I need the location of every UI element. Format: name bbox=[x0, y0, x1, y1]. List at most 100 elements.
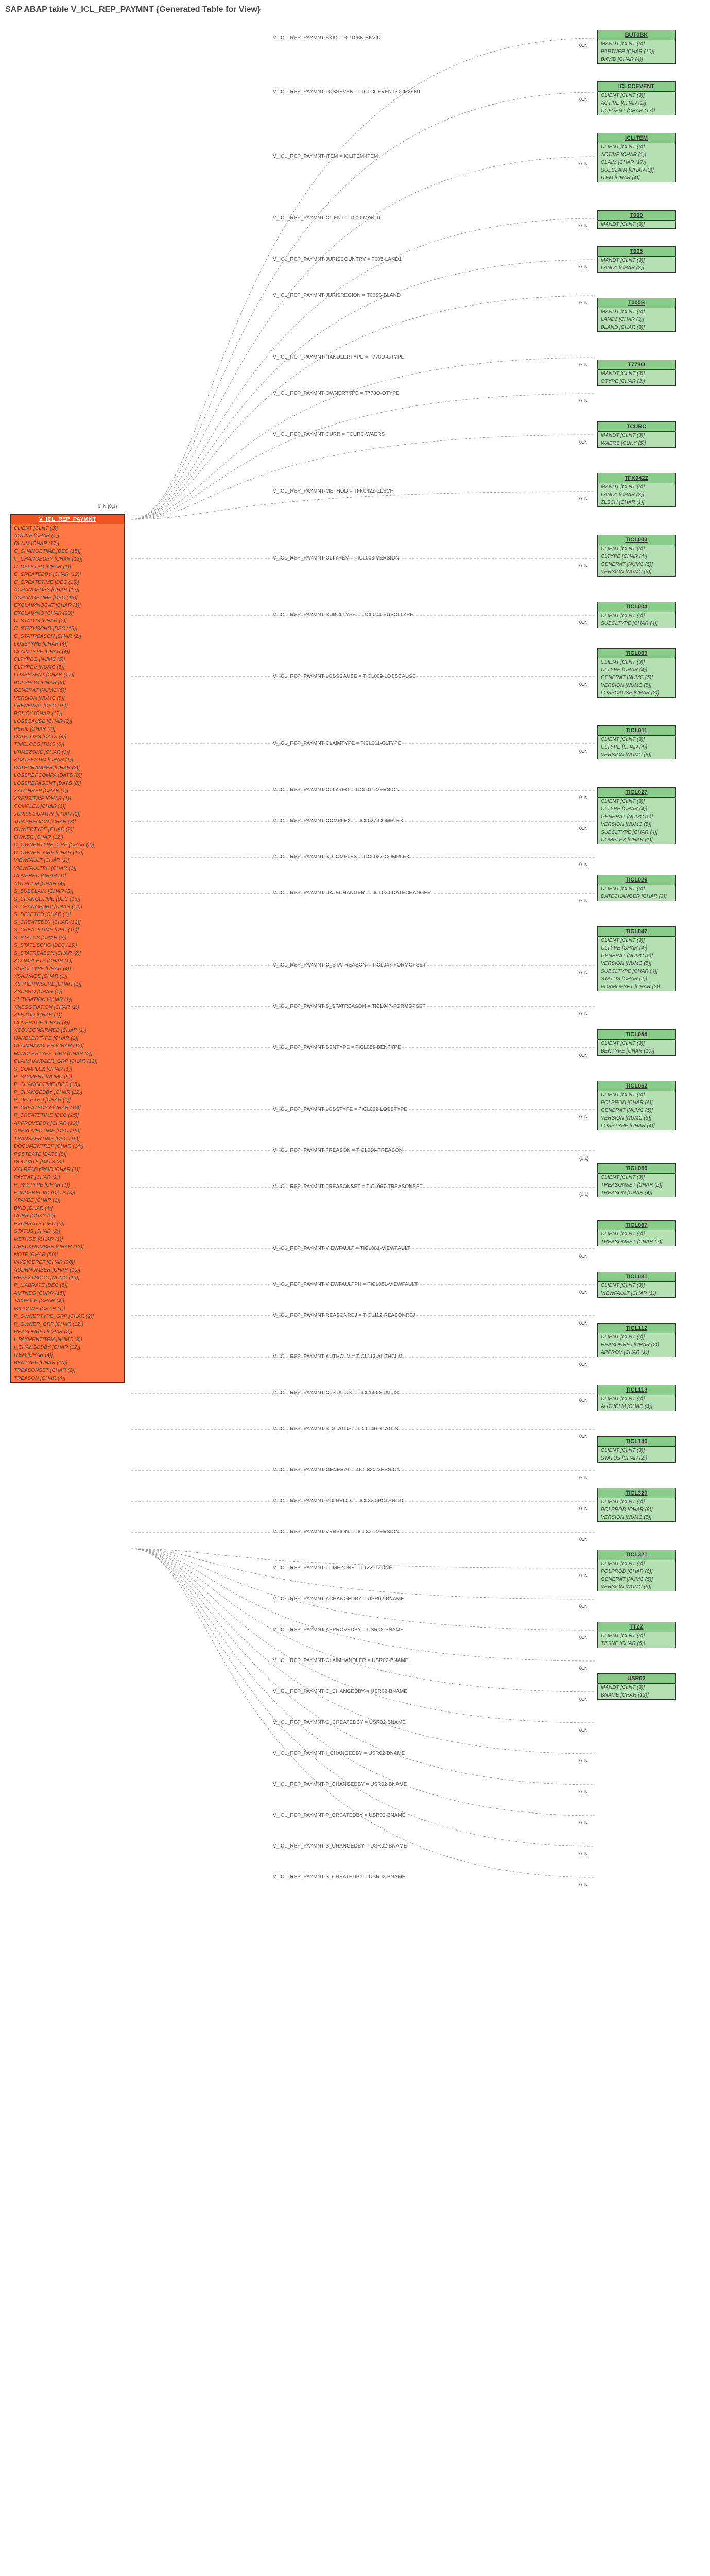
related-entity-ticl009: TICL009CLIENT [CLNT (3)]CLTYPE [CHAR (4)… bbox=[597, 648, 676, 698]
entity-header: TICL113 bbox=[598, 1385, 675, 1395]
cardinality-right: 0..N bbox=[579, 1362, 588, 1367]
main-entity-field: DOCDATE [DATS (8)] bbox=[11, 1158, 124, 1166]
main-entity-field: XSUBRO [CHAR (1)] bbox=[11, 988, 124, 996]
main-entity-field: VIEWFAULT [CHAR (1)] bbox=[11, 857, 124, 865]
entity-field: BKVID [CHAR (4)] bbox=[598, 56, 675, 63]
entity-header: ICLCCEVENT bbox=[598, 82, 675, 92]
main-entity-box: V_ICL_REP_PAYMNT CLIENT [CLNT (3)]ACTIVE… bbox=[10, 514, 125, 1383]
related-entity-ticl062: TICL062CLIENT [CLNT (3)]POLPROD [CHAR (6… bbox=[597, 1081, 676, 1130]
main-entity-field: CLIENT [CLNT (3)] bbox=[11, 524, 124, 532]
entity-field: BENTYPE [CHAR (10)] bbox=[598, 1047, 675, 1055]
cardinality-right: 0..N bbox=[579, 862, 588, 867]
relationship-label: V_ICL_REP_PAYMNT-TREASON = TICL066-TREAS… bbox=[273, 1148, 403, 1154]
main-entity-field: C_STATUSCHG [DEC (15)] bbox=[11, 625, 124, 633]
relationship-label: V_ICL_REP_PAYMNT-I_CHANGEDBY = USR02-BNA… bbox=[273, 1751, 405, 1756]
relationship-label: V_ICL_REP_PAYMNT-DATECHANGER = TICL029-D… bbox=[273, 890, 431, 896]
main-entity-field: FUNDSRECVD [DATS (8)] bbox=[11, 1189, 124, 1197]
entity-header: TICL062 bbox=[598, 1081, 675, 1091]
entity-field: SUBCLTYPE [CHAR (4)] bbox=[598, 620, 675, 628]
entity-header: TICL320 bbox=[598, 1488, 675, 1498]
entity-field: CLIENT [CLNT (3)] bbox=[598, 658, 675, 666]
main-entity-field: XAUTHREP [CHAR (1)] bbox=[11, 787, 124, 795]
relationship-label: V_ICL_REP_PAYMNT-HANDLERTYPE = T778O-OTY… bbox=[273, 354, 404, 360]
main-entity-field: COVERED [CHAR (1)] bbox=[11, 872, 124, 880]
main-entity-field: LOSSREPAGENT [DATS (8)] bbox=[11, 779, 124, 787]
main-entity-field: NOTE [CHAR (50)] bbox=[11, 1251, 124, 1259]
main-entity-field: ACTIVE [CHAR (1)] bbox=[11, 532, 124, 540]
related-entity-t005: T005MANDT [CLNT (3)]LAND1 [CHAR (3)] bbox=[597, 246, 676, 273]
cardinality-right: 0..N bbox=[579, 1635, 588, 1640]
main-entity-field: LRENEWAL [DEC (15)] bbox=[11, 702, 124, 710]
relationship-label: V_ICL_REP_PAYMNT-REASONREJ = TICL112-REA… bbox=[273, 1313, 415, 1318]
cardinality-right: 0..N bbox=[579, 439, 588, 445]
entity-field: CLTYPE [CHAR (4)] bbox=[598, 553, 675, 561]
cardinality-right: 0..N bbox=[579, 1053, 588, 1058]
entity-field: CLIENT [CLNT (3)] bbox=[598, 1040, 675, 1047]
related-entity-ticl011: TICL011CLIENT [CLNT (3)]CLTYPE [CHAR (4)… bbox=[597, 725, 676, 759]
cardinality-right: 0..N bbox=[579, 749, 588, 754]
main-entity-field: P_CHANGETIME [DEC (15)] bbox=[11, 1081, 124, 1089]
main-entity-field: C_OWNERTYPE_GRP [CHAR (2)] bbox=[11, 841, 124, 849]
main-entity-field: ADDRNUMBER [CHAR (10)] bbox=[11, 1266, 124, 1274]
main-entity-field: DATELOSS [DATS (8)] bbox=[11, 733, 124, 741]
main-entity-field: C_CHANGETIME [DEC (15)] bbox=[11, 548, 124, 555]
cardinality-right: 0..N bbox=[579, 682, 588, 687]
main-entity-field: CLTYPEV [NUMC (5)] bbox=[11, 664, 124, 671]
entity-field: VERSION [NUMC (5)] bbox=[598, 1114, 675, 1122]
main-entity-field: TRANSFERTIME [DEC (15)] bbox=[11, 1135, 124, 1143]
entity-field: OTYPE [CHAR (2)] bbox=[598, 378, 675, 385]
related-entity-ticl066: TICL066CLIENT [CLNT (3)]TREASONSET [CHAR… bbox=[597, 1163, 676, 1197]
main-entity-field: XCOMPLETE [CHAR (1)] bbox=[11, 957, 124, 965]
related-entity-ttzz: TTZZCLIENT [CLNT (3)]TZONE [CHAR (6)] bbox=[597, 1622, 676, 1648]
entity-header: TICL140 bbox=[598, 1437, 675, 1447]
diagram-container: V_ICL_REP_PAYMNT CLIENT [CLNT (3)]ACTIVE… bbox=[5, 25, 705, 2576]
relationship-label: V_ICL_REP_PAYMNT-POLPROD = TICL320-POLPR… bbox=[273, 1498, 403, 1504]
entity-header: TICL321 bbox=[598, 1550, 675, 1560]
relationship-label: V_ICL_REP_PAYMNT-APPROVEDBY = USR02-BNAM… bbox=[273, 1627, 404, 1633]
main-entity-field: COVERAGE [CHAR (4)] bbox=[11, 1019, 124, 1027]
entity-field: CLIENT [CLNT (3)] bbox=[598, 1174, 675, 1181]
cardinality-right: 0..N bbox=[579, 362, 588, 367]
cardinality-right: 0..N bbox=[579, 1789, 588, 1794]
entity-field: CLIENT [CLNT (3)] bbox=[598, 798, 675, 805]
entity-field: VERSION [NUMC (5)] bbox=[598, 751, 675, 759]
main-entity-field: CLAIMTYPE [CHAR (4)] bbox=[11, 648, 124, 656]
main-entity-field: PAYCAT [CHAR (1)] bbox=[11, 1174, 124, 1181]
cardinality-right: 0..N bbox=[579, 1758, 588, 1764]
main-entity-field: C_STATREASON [CHAR (2)] bbox=[11, 633, 124, 640]
relationship-label: V_ICL_REP_PAYMNT-BENTYPE = TICL055-BENTY… bbox=[273, 1045, 401, 1050]
cardinality-right: 0..N bbox=[579, 1253, 588, 1259]
main-entity-field: EXCHRATE [DEC (9)] bbox=[11, 1220, 124, 1228]
main-entity-field: COMPLEX [CHAR (1)] bbox=[11, 803, 124, 810]
main-entity-field: C_CREATEDBY [CHAR (12)] bbox=[11, 571, 124, 579]
cardinality-right: 0..N bbox=[579, 398, 588, 403]
cardinality-right: 0..N bbox=[579, 795, 588, 800]
related-entity-iclitem: ICLITEMCLIENT [CLNT (3)]ACTIVE [CHAR (1)… bbox=[597, 133, 676, 182]
main-entity-field: XPAYEE [CHAR (1)] bbox=[11, 1197, 124, 1205]
related-entity-ticl027: TICL027CLIENT [CLNT (3)]CLTYPE [CHAR (4)… bbox=[597, 787, 676, 844]
entity-field: TREASONSET [CHAR (2)] bbox=[598, 1238, 675, 1246]
relationship-label: V_ICL_REP_PAYMNT-C_STATREASON = TICL047-… bbox=[273, 962, 426, 968]
relationship-label: V_ICL_REP_PAYMNT-ACHANGEDBY = USR02-BNAM… bbox=[273, 1596, 404, 1602]
main-entity-field: VERSION [NUMC (5)] bbox=[11, 694, 124, 702]
main-entity-field: LOSSEVENT [CHAR (17)] bbox=[11, 671, 124, 679]
main-entity-field: S_CHANGEDBY [CHAR (12)] bbox=[11, 903, 124, 911]
entity-field: MANDT [CLNT (3)] bbox=[598, 370, 675, 378]
entity-header: BUT0BK bbox=[598, 30, 675, 40]
cardinality-right: 0..N bbox=[579, 1320, 588, 1326]
relationship-label: V_ICL_REP_PAYMNT-LOSSEVENT = ICLCCEVENT-… bbox=[273, 89, 421, 95]
cardinality-right: 0..N bbox=[579, 1398, 588, 1403]
entity-field: ZLSCH [CHAR (1)] bbox=[598, 499, 675, 506]
main-entity-field: P_CREATEDBY [CHAR (12)] bbox=[11, 1104, 124, 1112]
main-entity-field: EXCLAIMNOCAT [CHAR (1)] bbox=[11, 602, 124, 609]
entity-field: CLIENT [CLNT (3)] bbox=[598, 1282, 675, 1290]
main-entity-field: TREASON [CHAR (4)] bbox=[11, 1375, 124, 1382]
main-entity-field: TIMELOSS [TIMS (6)] bbox=[11, 741, 124, 749]
entity-header: TICL067 bbox=[598, 1221, 675, 1230]
relationship-label: V_ICL_REP_PAYMNT-CLAIMHANDLER = USR02-BN… bbox=[273, 1658, 408, 1664]
main-entity-field: P_CHANGEDBY [CHAR (12)] bbox=[11, 1089, 124, 1096]
entity-field: CLTYPE [CHAR (4)] bbox=[598, 666, 675, 674]
relationship-label: V_ICL_REP_PAYMNT-LTIMEZONE = TTZZ-TZONE bbox=[273, 1565, 392, 1571]
main-entity-field: S_CHANGETIME [DEC (15)] bbox=[11, 895, 124, 903]
main-entity-field: HANDLERTYPE_GRP [CHAR (2)] bbox=[11, 1050, 124, 1058]
